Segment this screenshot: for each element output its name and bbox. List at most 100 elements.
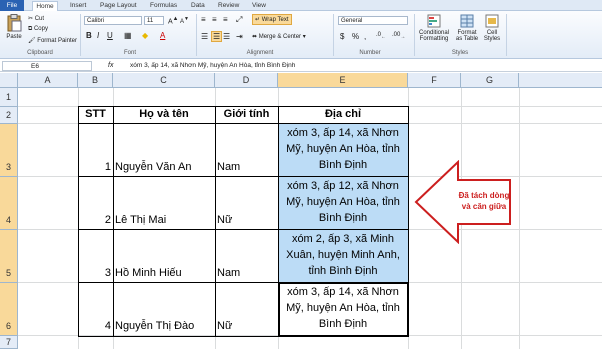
cut-button[interactable]: ✂ Cut [28,15,44,22]
align-middle-icon: ≡ [212,15,217,24]
tab-insert[interactable]: Insert [70,1,86,11]
accounting-button[interactable]: $ [340,32,344,41]
divider [80,14,81,56]
merge-center-button[interactable]: ⬌ Merge & Center ▾ [252,33,306,40]
align-bottom-button[interactable]: ≡ [223,15,228,24]
gridline [78,229,409,230]
column-header-g[interactable]: G [461,73,519,88]
cell-stt: 1 [104,161,111,173]
tab-view[interactable]: View [252,1,266,11]
column-header-e[interactable]: E [278,73,408,88]
column-header-d[interactable]: D [215,73,278,88]
ribbon: Paste ✂ Cut ⧉ Copy 🖌 Format Painter Clip… [0,11,602,59]
currency-icon: $ [340,32,345,41]
align-left-button[interactable]: ☰ [201,32,208,41]
shrink-font-button[interactable]: A▼ [180,16,189,25]
indent-button[interactable]: ⇥ [236,32,243,41]
address-line: Bình Định [318,159,368,171]
cell-address: xóm 2, ấp 3, xã Minh Xuân, huyện Minh An… [278,231,408,279]
cell-address: xóm 3, ấp 12, xã Nhơn Mỹ, huyện An Hòa, … [278,178,408,226]
align-top-button[interactable]: ≡ [201,15,206,24]
cell-name: Nguyễn Thị Đào [115,320,195,332]
insert-function-button[interactable]: fx [108,61,113,71]
increase-decimal-button[interactable]: .0← [376,32,386,40]
formula-input[interactable]: xóm 3, ấp 14, xã Nhơn Mỹ, huyện An Hòa, … [130,61,295,71]
fill-color-button[interactable]: ◆ [142,31,148,40]
number-group-label: Number [359,50,381,56]
row-header-6[interactable]: 6 [0,283,18,336]
format-as-table-button[interactable]: Format as Table [454,14,480,42]
tab-review[interactable]: Review [218,1,239,11]
wrap-text-button[interactable]: ↵ Wrap Text [252,14,292,25]
merge-icon: ⬌ [252,34,258,40]
tab-data[interactable]: Data [191,1,205,11]
header-name: Họ và tên [139,108,189,120]
callout-line: và căn giữa [461,202,507,211]
gridline [78,123,409,124]
font-name-select[interactable]: Calibri [84,16,142,25]
column-header-b[interactable]: B [78,73,113,88]
tab-formulas[interactable]: Formulas [150,1,177,11]
row-header-2[interactable]: 2 [0,107,18,124]
row-header-3[interactable]: 3 [0,124,18,177]
divider [333,14,334,56]
gridline [519,88,520,349]
tab-home[interactable]: Home [32,1,58,11]
table-icon [460,14,474,28]
address-line: Mỹ, huyện An Hòa, tỉnh [286,143,400,155]
orientation-icon: ⤢ [236,15,243,24]
tab-page-layout[interactable]: Page Layout [100,1,137,11]
copy-icon: ⧉ [28,26,33,32]
wrap-text-icon: ↵ [255,17,261,23]
comma-button[interactable]: , [364,32,366,41]
ribbon-tab-bar: File Home Insert Page Layout Formulas Da… [0,0,602,11]
border-button[interactable]: ▦ [124,31,132,40]
align-right-button[interactable]: ☰ [223,32,230,41]
column-header-f[interactable]: F [408,73,461,88]
styles-group-label: Styles [451,50,469,56]
row-header-4[interactable]: 4 [0,177,18,230]
paste-button[interactable]: Paste [4,14,24,40]
row-header-1[interactable]: 1 [0,88,18,107]
orientation-button[interactable]: ⤢ [236,15,242,25]
align-middle-button[interactable]: ≡ [212,15,217,24]
brush-icon: 🖌 [28,38,36,44]
tab-file[interactable]: File [0,0,24,11]
select-all-corner[interactable] [0,73,18,88]
percent-button[interactable]: % [352,32,359,41]
column-header-c[interactable]: C [113,73,215,88]
grow-font-button[interactable]: A▲ [168,16,178,25]
number-format-select[interactable]: General [338,16,408,25]
address-line: Mỹ, huyện An Hòa, tỉnh [286,302,400,314]
fill-color-icon: ◆ [142,31,149,40]
italic-button[interactable]: I [97,31,99,40]
row-header-5[interactable]: 5 [0,230,18,283]
name-box[interactable]: E6 [2,61,92,71]
align-center-button[interactable]: ☰ [211,31,223,42]
row-header-7[interactable]: 7 [0,336,18,349]
divider [506,14,507,56]
gridline [215,106,216,337]
bold-button[interactable]: B [86,31,92,40]
font-group-label: Font [123,50,136,56]
address-line: tỉnh Bình Định [308,265,378,277]
column-header-h[interactable] [519,73,602,88]
clipboard-group-label: Clipboard [27,50,53,56]
cell-styles-icon [485,14,499,28]
cell-stt: 2 [104,214,111,226]
address-line: xóm 2, ấp 3, xã Minh [291,233,395,245]
align-right-icon: ☰ [223,32,231,41]
decrease-decimal-button[interactable]: .00→ [392,32,405,40]
align-bottom-icon: ≡ [223,15,228,24]
column-header-a[interactable]: A [18,73,78,88]
format-painter-button[interactable]: 🖌 Format Painter [28,37,77,44]
font-size-select[interactable]: 11 [144,16,164,25]
underline-button[interactable]: U [107,31,113,40]
cell-styles-button[interactable]: Cell Styles [482,14,502,42]
copy-button[interactable]: ⧉ Copy [28,26,48,33]
address-line: Mỹ, huyện An Hòa, tỉnh [286,196,400,208]
cell-gender: Nữ [217,320,233,332]
cell-name: Nguyễn Văn An [115,161,192,173]
conditional-formatting-button[interactable]: Conditional Formatting [416,14,452,42]
font-color-button[interactable]: A [160,31,165,40]
